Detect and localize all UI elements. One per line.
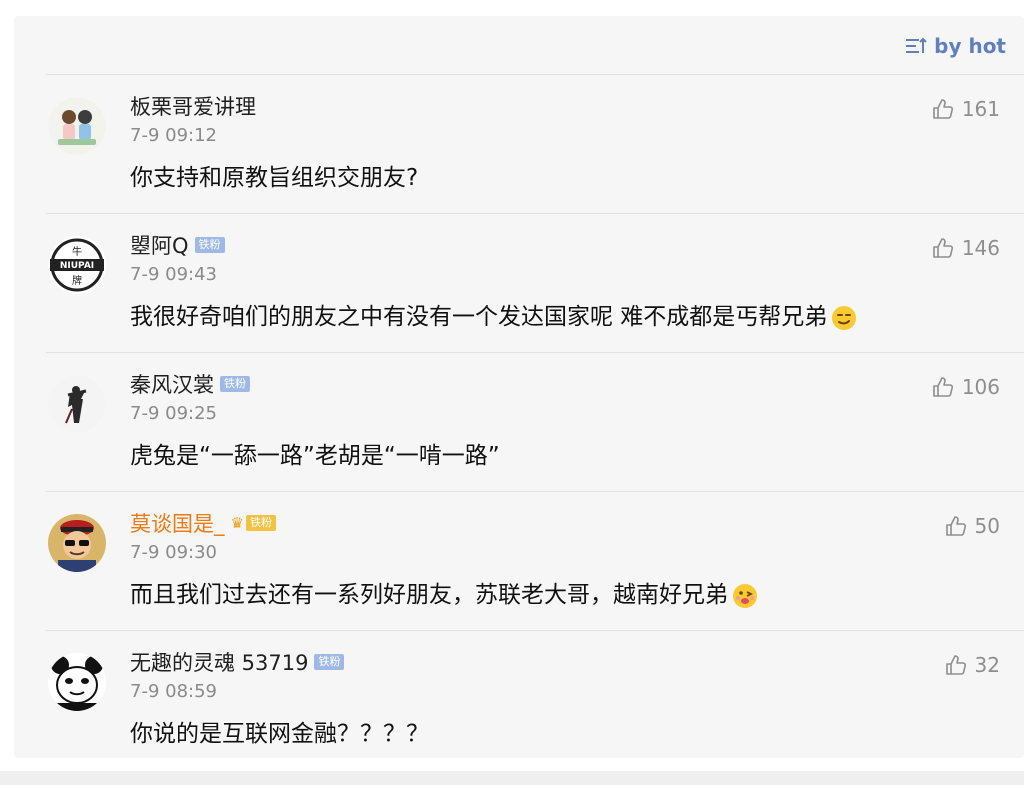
username[interactable]: 曌阿Q [130,230,189,260]
niupai-logo-avatar-icon: NIUPAI 牛 牌 [48,236,106,294]
comment-text-body: 我很好奇咱们的朋友之中有没有一个发达国家呢 难不成都是丐帮兄弟 [130,304,828,330]
svg-text:牛: 牛 [72,245,82,258]
comment-item: 无趣的灵魂 53719 铁粉 7-9 08:59 你说的是互联网金融？？？？ 3… [46,630,1024,758]
thumbs-up-icon [933,377,953,397]
comment-text: 虎兔是“一舔一路”老胡是“一啃一路” [130,443,500,469]
comments-panel: by hot 板栗哥爱讲理 7-9 09:12 你支持和原教旨组织交朋友? 16… [14,16,1024,758]
avatar[interactable]: NIUPAI 牛 牌 [48,236,106,294]
avatar[interactable] [48,375,106,433]
username[interactable]: 秦风汉裳 [130,369,214,399]
comment-item: 秦风汉裳 铁粉 7-9 09:25 虎兔是“一舔一路”老胡是“一啃一路” 106 [46,352,1024,491]
comment-text-body: 而且我们过去还有一系列好朋友，苏联老大哥，越南好兄弟 [130,582,728,608]
like-button[interactable]: 32 [945,653,1000,677]
username[interactable]: 无趣的灵魂 53719 [130,647,308,677]
like-button[interactable]: 161 [932,97,1000,121]
svg-text:NIUPAI: NIUPAI [60,261,94,271]
thumbs-up-icon [933,99,953,119]
like-count: 161 [961,97,1000,121]
svg-text:牌: 牌 [72,274,82,287]
comment-text: 我很好奇咱们的朋友之中有没有一个发达国家呢 难不成都是丐帮兄弟 [130,297,857,331]
thumbs-up-icon [933,238,953,258]
username[interactable]: 莫谈国是_ [130,508,225,538]
cartoon-official-avatar-icon [48,514,106,572]
like-count: 106 [961,375,1000,399]
thumbs-up-icon [945,655,966,675]
crown-icon: ♛ [230,514,244,532]
timestamp: 7-9 09:30 [130,542,217,563]
thumbs-up-icon [945,516,966,536]
like-count: 146 [961,236,1000,260]
comment-text: 你支持和原教旨组织交朋友? [130,165,419,191]
fan-badge: 铁粉 [220,376,250,392]
silhouette-figure-avatar-icon [48,375,106,433]
fan-badge: 铁粉 [245,515,276,531]
avatar[interactable] [48,97,106,155]
like-button[interactable]: 146 [932,236,1000,260]
avatar[interactable] [48,653,106,711]
sort-by-hot-button[interactable]: by hot [905,34,1006,58]
username[interactable]: 板栗哥爱讲理 [130,91,256,121]
timestamp: 7-9 09:12 [130,125,217,146]
timestamp: 7-9 08:59 [130,681,217,702]
fan-badge: 铁粉 [194,237,225,253]
smirk-emoji-icon [832,305,857,330]
comment-item: 板栗哥爱讲理 7-9 09:12 你支持和原教旨组织交朋友? 161 [46,74,1024,213]
sort-icon [906,37,927,53]
avatar[interactable] [48,514,106,572]
comment-item: 莫谈国是_ ♛ 铁粉 7-9 09:30 而且我们过去还有一系列好朋友，苏联老大… [46,491,1024,630]
sort-label: by hot [934,34,1006,58]
comment-list: 板栗哥爱讲理 7-9 09:12 你支持和原教旨组织交朋友? 161 NIUPA… [14,74,1024,758]
comment-text: 而且我们过去还有一系列好朋友，苏联老大哥，越南好兄弟 [130,575,758,609]
bottom-divider [0,771,1024,785]
like-count: 32 [974,653,1000,677]
panda-meme-avatar-icon [48,653,106,711]
like-button[interactable]: 106 [932,375,1000,399]
comment-text: 你说的是互联网金融？？？？ [130,721,429,747]
like-count: 50 [974,514,1000,538]
cartoon-couple-avatar-icon [48,97,106,155]
timestamp: 7-9 09:25 [130,403,217,424]
comment-item: NIUPAI 牛 牌 曌阿Q 铁粉 7-9 09:43 我很好奇咱们的朋友之中有… [46,213,1024,352]
like-button[interactable]: 50 [945,514,1000,538]
fan-badge: 铁粉 [314,654,345,670]
timestamp: 7-9 09:43 [130,264,217,285]
tongue-emoji-icon [733,583,757,608]
